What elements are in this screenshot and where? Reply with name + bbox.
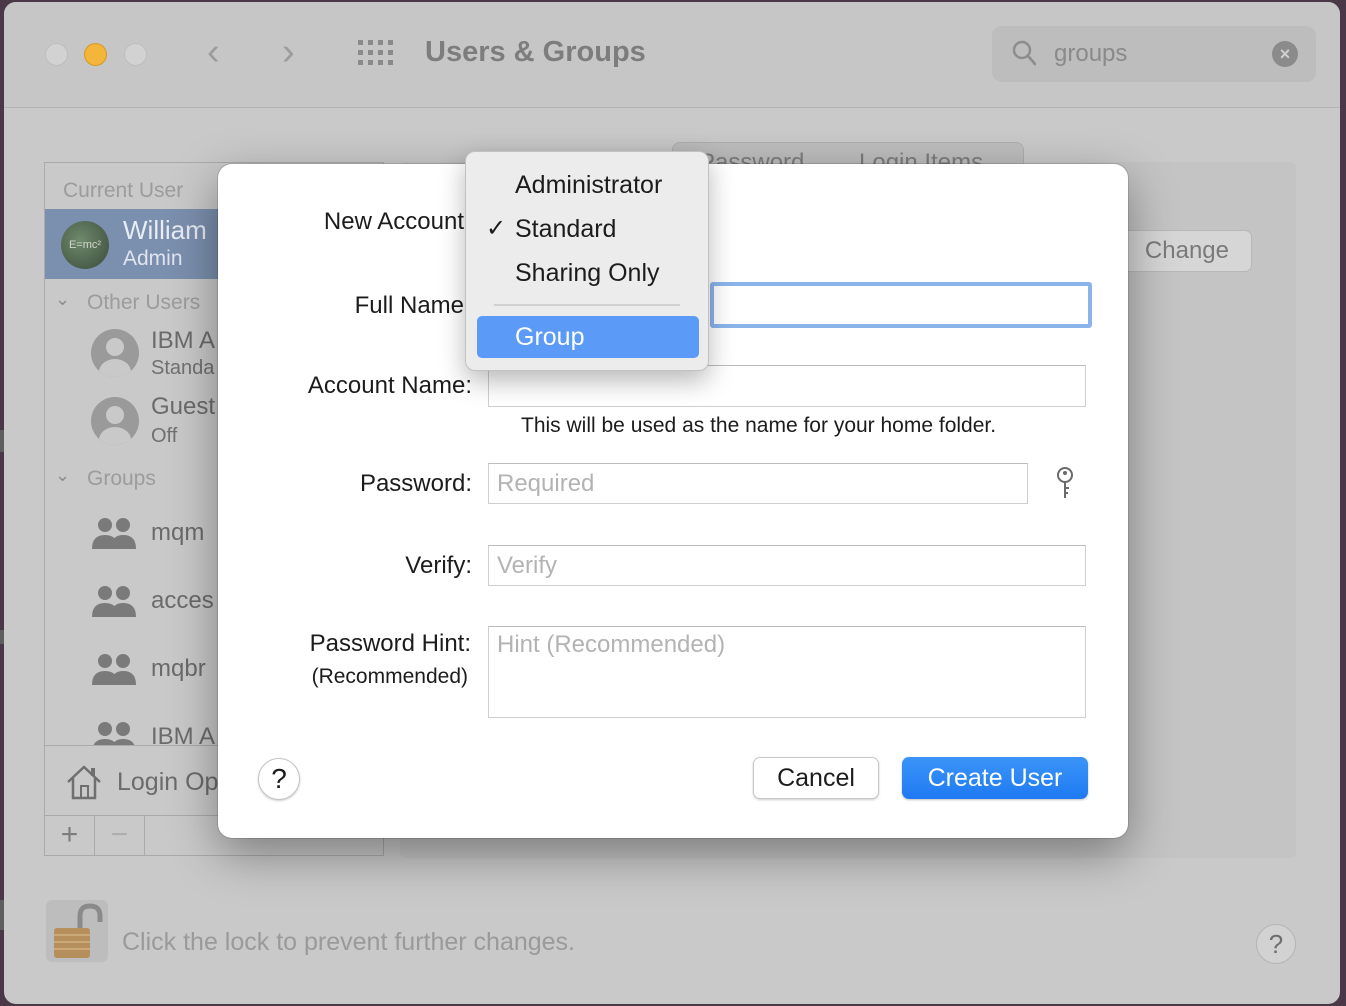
- user-avatar-icon: [91, 329, 139, 377]
- close-window-button[interactable]: [45, 43, 68, 66]
- zoom-window-button[interactable]: [124, 43, 147, 66]
- menu-item-standard[interactable]: ✓ Standard: [477, 208, 699, 250]
- house-icon: [67, 765, 101, 800]
- password-field[interactable]: [488, 463, 1028, 504]
- avatar: E=mc²: [61, 221, 109, 269]
- account-name-hint: This will be used as the name for your h…: [521, 414, 997, 437]
- menu-item-label: Group: [515, 323, 585, 351]
- full-name-input[interactable]: [714, 286, 1088, 324]
- group-name: mqbr: [151, 655, 206, 682]
- key-icon[interactable]: [1054, 466, 1076, 500]
- user-role: Off: [151, 425, 178, 447]
- search-input[interactable]: groups: [1054, 40, 1127, 68]
- verify-label: Verify:: [405, 552, 472, 579]
- full-name-field[interactable]: [710, 282, 1092, 328]
- account-name-input[interactable]: [489, 366, 1085, 406]
- verify-field[interactable]: [488, 545, 1086, 586]
- full-name-label: Full Name: [354, 292, 464, 319]
- user-role: Standa: [151, 357, 215, 379]
- minimize-window-button[interactable]: [84, 43, 107, 66]
- cancel-button[interactable]: Cancel: [753, 757, 879, 799]
- group-icon: [92, 654, 136, 685]
- group-icon: [93, 722, 135, 745]
- menu-item-label: Administrator: [515, 171, 663, 199]
- new-account-label: New Account: [323, 208, 464, 235]
- user-name: William: [123, 215, 207, 245]
- lock-icon[interactable]: [44, 898, 110, 964]
- group-icon: [92, 586, 136, 617]
- login-options-label: Login Op: [117, 768, 219, 796]
- forward-chevron-icon[interactable]: ›: [282, 32, 295, 72]
- dialog-help-button[interactable]: ?: [258, 758, 300, 800]
- group-icon: [92, 518, 136, 549]
- lock-hint-text: Click the lock to prevent further change…: [122, 928, 576, 956]
- window-title: Users & Groups: [425, 36, 646, 68]
- show-all-grid-icon[interactable]: [358, 40, 394, 70]
- account-name-field[interactable]: [488, 365, 1086, 407]
- add-user-button[interactable]: +: [45, 816, 95, 856]
- help-button[interactable]: ?: [1256, 924, 1296, 964]
- menu-item-label: Standard: [515, 215, 617, 243]
- groups-header: Groups: [87, 467, 156, 490]
- title-bar: ‹ › Users & Groups groups ×: [4, 2, 1340, 108]
- password-hint-input[interactable]: [489, 627, 1085, 717]
- menu-item-group[interactable]: Group: [477, 316, 699, 358]
- password-hint-label: Password Hint:: [309, 630, 471, 657]
- menu-item-sharing-only[interactable]: Sharing Only: [477, 252, 699, 294]
- user-name: Guest: [151, 393, 216, 420]
- group-name: acces: [151, 587, 214, 614]
- account-type-menu: Administrator ✓ Standard Sharing Only Gr…: [465, 151, 709, 371]
- clear-search-icon[interactable]: ×: [1272, 41, 1298, 67]
- group-name: mqm: [151, 519, 205, 546]
- user-name: IBM A: [151, 327, 216, 354]
- chevron-down-icon[interactable]: ⌄: [55, 465, 70, 486]
- back-chevron-icon[interactable]: ‹: [207, 32, 220, 72]
- account-name-label: Account Name:: [307, 372, 472, 399]
- user-avatar-icon: [91, 397, 139, 445]
- menu-item-label: Sharing Only: [515, 259, 660, 287]
- menu-item-administrator[interactable]: Administrator: [477, 164, 699, 206]
- chevron-down-icon[interactable]: ⌄: [55, 289, 70, 310]
- menu-separator: [494, 304, 680, 306]
- search-icon: [1012, 40, 1036, 66]
- search-field[interactable]: groups ×: [992, 26, 1316, 82]
- password-hint-sublabel: (Recommended): [311, 665, 468, 688]
- password-label: Password:: [359, 470, 472, 497]
- other-users-header: Other Users: [87, 291, 201, 314]
- checkmark-icon: ✓: [486, 215, 507, 242]
- user-role: Admin: [123, 247, 183, 270]
- current-user-header: Current User: [63, 179, 184, 202]
- remove-user-button[interactable]: −: [95, 816, 145, 856]
- password-input[interactable]: [489, 464, 1027, 503]
- verify-input[interactable]: [489, 546, 1085, 585]
- create-user-button[interactable]: Create User: [902, 757, 1088, 799]
- password-hint-field[interactable]: [488, 626, 1086, 718]
